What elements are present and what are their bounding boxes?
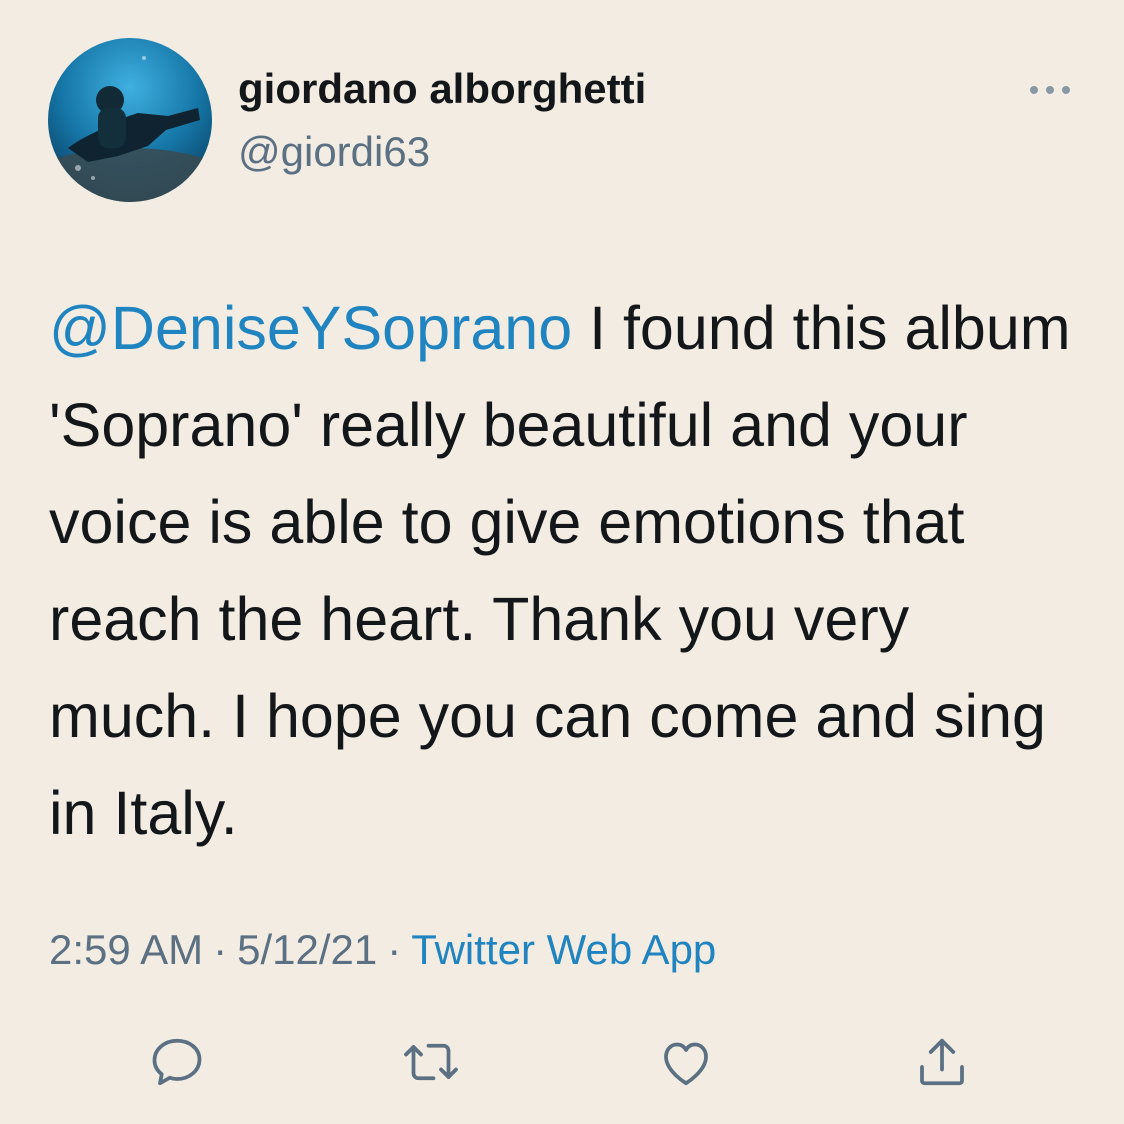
more-horizontal-icon [1030,86,1070,94]
retweet-icon [404,1043,458,1081]
like-button[interactable] [654,1030,718,1094]
tweet-body: I found this album 'Soprano' really beau… [49,294,1071,847]
reply-icon [152,1038,202,1086]
share-button[interactable] [910,1030,974,1094]
mention-link[interactable]: @DeniseYSoprano [49,294,572,362]
avatar[interactable] [48,38,212,202]
tweet-meta: 2:59 AM · 5/12/21 · Twitter Web App [49,922,716,978]
scuba-diver-avatar-icon [48,38,212,202]
tweet-date[interactable]: 5/12/21 [237,926,377,973]
share-icon [920,1038,964,1086]
display-name[interactable]: giordano alborghetti [238,63,646,115]
meta-separator: · [387,926,402,973]
more-options-button[interactable] [1022,72,1078,108]
heart-icon [664,1042,708,1086]
retweet-button[interactable] [399,1030,463,1094]
tweet-source-link[interactable]: Twitter Web App [411,926,716,973]
tweet-text: @DeniseYSoprano I found this album 'Sopr… [49,280,1089,862]
user-handle[interactable]: @giordi63 [238,126,430,178]
meta-separator: · [213,926,228,973]
tweet-time[interactable]: 2:59 AM [49,926,203,973]
reply-button[interactable] [145,1030,209,1094]
tweet-card: giordano alborghetti @giordi63 @DeniseYS… [0,0,1124,1124]
